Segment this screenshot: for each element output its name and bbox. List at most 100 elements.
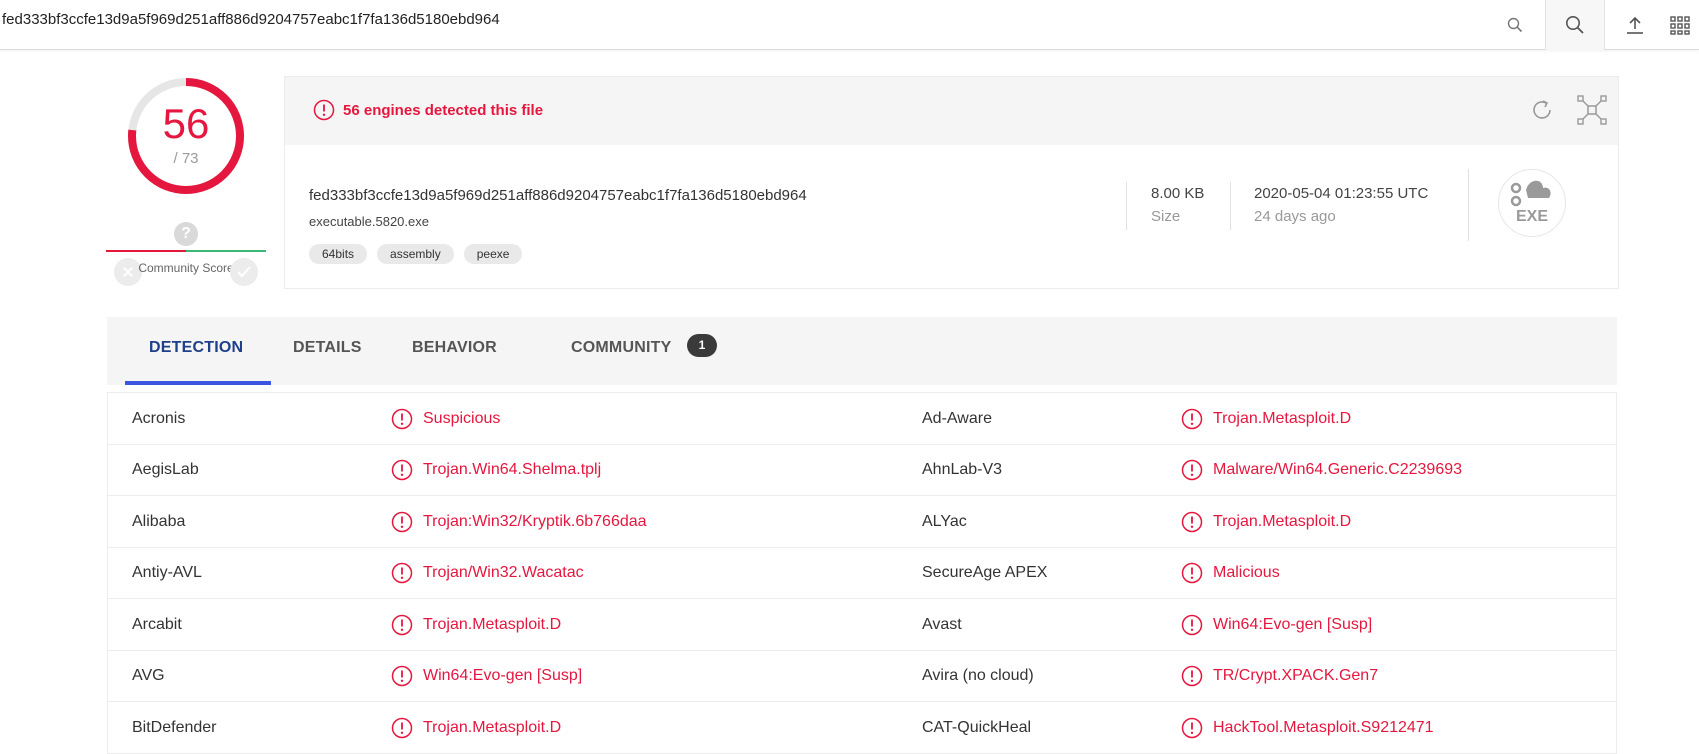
- community-score: ? Community Score: [106, 220, 266, 292]
- reanalyze-icon[interactable]: [1529, 97, 1555, 128]
- detection-label: Malware/Win64.Generic.C2239693: [1213, 461, 1463, 478]
- engine-name: Alibaba: [132, 512, 186, 530]
- analysis-age: 24 days ago: [1254, 208, 1336, 225]
- divider: [1126, 182, 1127, 230]
- alert-icon: [1181, 614, 1203, 636]
- alert-icon: [391, 511, 413, 533]
- tag[interactable]: assembly: [377, 244, 454, 264]
- engine-name: SecureAge APEX: [922, 564, 1048, 581]
- alert-icon: [391, 408, 413, 430]
- detection-result: Win64:Evo-gen [Susp]: [1181, 599, 1372, 650]
- divider: [1468, 169, 1469, 241]
- alert-icon: [1181, 408, 1203, 430]
- summary-header: 56 engines detected this file: [285, 77, 1618, 145]
- detection-result: Win64:Evo-gen [Susp]: [391, 651, 582, 702]
- alert-icon: [1181, 717, 1203, 739]
- engine-name: Avast: [922, 615, 962, 633]
- detection-label: Trojan.Win64.Shelma.tplj: [423, 461, 602, 478]
- file-type-icon: EXE: [1498, 169, 1566, 237]
- detection-results-table: Acronis Suspicious Ad-Aware Trojan.Metasplo…: [107, 392, 1617, 754]
- alert-icon: [313, 99, 335, 126]
- tag-list: 64bits assembly peexe: [309, 244, 523, 264]
- check-icon: [237, 266, 251, 278]
- tag[interactable]: peexe: [463, 244, 523, 264]
- file-size-label: Size: [1151, 208, 1181, 225]
- tab-community[interactable]: COMMUNITY: [571, 339, 671, 357]
- detection-label: Trojan.Metasploit.D: [423, 718, 562, 736]
- detection-result: Suspicious: [391, 393, 500, 444]
- alert-icon: [1181, 459, 1203, 481]
- detection-label: Suspicious: [423, 409, 501, 427]
- detection-result: TR/Crypt.XPACK.Gen7: [1181, 651, 1378, 702]
- community-bar-positive: [186, 250, 266, 252]
- search-bar: fed333bf3ccfe13d9a5f969d251aff886d920475…: [0, 0, 1699, 50]
- close-icon: [123, 267, 133, 277]
- tag[interactable]: 64bits: [309, 244, 368, 264]
- detection-result: Trojan.Metasploit.D: [1181, 393, 1351, 444]
- detection-result: HackTool.Metasploit.S9212471: [1181, 702, 1434, 753]
- file-hash[interactable]: fed333bf3ccfe13d9a5f969d251aff886d920475…: [309, 187, 807, 204]
- detection-result: Trojan.Metasploit.D: [391, 702, 561, 753]
- engine-name: BitDefender: [132, 718, 217, 736]
- upload-button[interactable]: [1605, 0, 1665, 50]
- engine-name: CAT-QuickHeal: [922, 718, 1032, 736]
- detection-score-gauge: 56 / 73: [124, 74, 248, 198]
- tab-detection[interactable]: DETECTION: [149, 339, 243, 357]
- engine-name: AVG: [132, 667, 165, 684]
- detection-result: Trojan.Metasploit.D: [1181, 496, 1351, 547]
- table-row: BitDefender Trojan.Metasploit.D CAT-QuickH…: [108, 702, 1616, 754]
- alert-icon: [391, 665, 413, 687]
- detection-label: Win64:Evo-gen [Susp]: [1213, 615, 1373, 633]
- detection-result: Malware/Win64.Generic.C2239693: [1181, 445, 1462, 496]
- search-icon[interactable]: [1500, 0, 1530, 50]
- table-row: Acronis Suspicious Ad-Aware Trojan.Metasplo…: [108, 393, 1616, 445]
- upload-icon: [1627, 16, 1643, 34]
- file-type-label: EXE: [1515, 208, 1548, 225]
- engine-name: Ad-Aware: [922, 409, 992, 427]
- engine-name: Acronis: [132, 409, 186, 427]
- graph-icon[interactable]: [1577, 95, 1607, 130]
- engine-total: / 73: [173, 150, 199, 167]
- vote-up-button[interactable]: [230, 258, 258, 286]
- community-bar-negative: [106, 250, 186, 252]
- question-icon: ?: [174, 222, 198, 246]
- detection-label: Trojan.Metasploit.D: [423, 615, 562, 633]
- detection-summary-text: 56 engines detected this file: [343, 102, 544, 119]
- table-row: Antiy-AVL Trojan/Win32.Wacatac SecureAge A…: [108, 548, 1616, 599]
- detection-label: Malicious: [1213, 564, 1280, 581]
- alert-icon: [391, 459, 413, 481]
- table-row: Alibaba Trojan:Win32/Kryptik.6b766daa ALYa…: [108, 496, 1616, 548]
- alert-icon: [1181, 562, 1203, 584]
- alert-icon: [391, 614, 413, 636]
- apps-button[interactable]: [1670, 0, 1699, 50]
- tab-bar: DETECTION DETAILS BEHAVIOR COMMUNITY 1: [107, 317, 1617, 385]
- file-size-value: 8.00 KB: [1151, 185, 1205, 202]
- detection-label: HackTool.Metasploit.S9212471: [1213, 718, 1434, 736]
- detection-label: Trojan.Metasploit.D: [1213, 409, 1352, 427]
- engine-name: ALYac: [922, 512, 967, 530]
- detection-result: Trojan/Win32.Wacatac: [391, 548, 584, 599]
- detection-result: Trojan.Metasploit.D: [391, 599, 561, 650]
- search-input[interactable]: fed333bf3ccfe13d9a5f969d251aff886d920475…: [2, 11, 500, 28]
- detection-label: Trojan:Win32/Kryptik.6b766daa: [423, 512, 647, 530]
- engine-name: Avira (no cloud): [922, 667, 1034, 684]
- tab-details[interactable]: DETAILS: [293, 339, 362, 357]
- detection-count: 56: [162, 100, 210, 147]
- search-icon: [1566, 16, 1584, 34]
- engine-name: AhnLab-V3: [922, 461, 1003, 478]
- tab-behavior[interactable]: BEHAVIOR: [412, 339, 497, 357]
- table-row: AVG Win64:Evo-gen [Susp] Avira (no cloud) T…: [108, 651, 1616, 702]
- detection-label: Trojan/Win32.Wacatac: [423, 564, 584, 581]
- search-button[interactable]: [1545, 0, 1605, 50]
- engine-name: Arcabit: [132, 615, 182, 633]
- divider: [1230, 182, 1231, 230]
- alert-icon: [391, 717, 413, 739]
- engine-name: AegisLab: [132, 461, 199, 478]
- detection-label: TR/Crypt.XPACK.Gen7: [1213, 667, 1379, 684]
- detection-result: Trojan.Win64.Shelma.tplj: [391, 445, 601, 496]
- detection-result: Trojan:Win32/Kryptik.6b766daa: [391, 496, 647, 547]
- alert-icon: [1181, 665, 1203, 687]
- table-row: AegisLab Trojan.Win64.Shelma.tplj AhnLab-V…: [108, 445, 1616, 496]
- analysis-date: 2020-05-04 01:23:55 UTC: [1254, 185, 1429, 202]
- detection-label: Win64:Evo-gen [Susp]: [423, 667, 583, 684]
